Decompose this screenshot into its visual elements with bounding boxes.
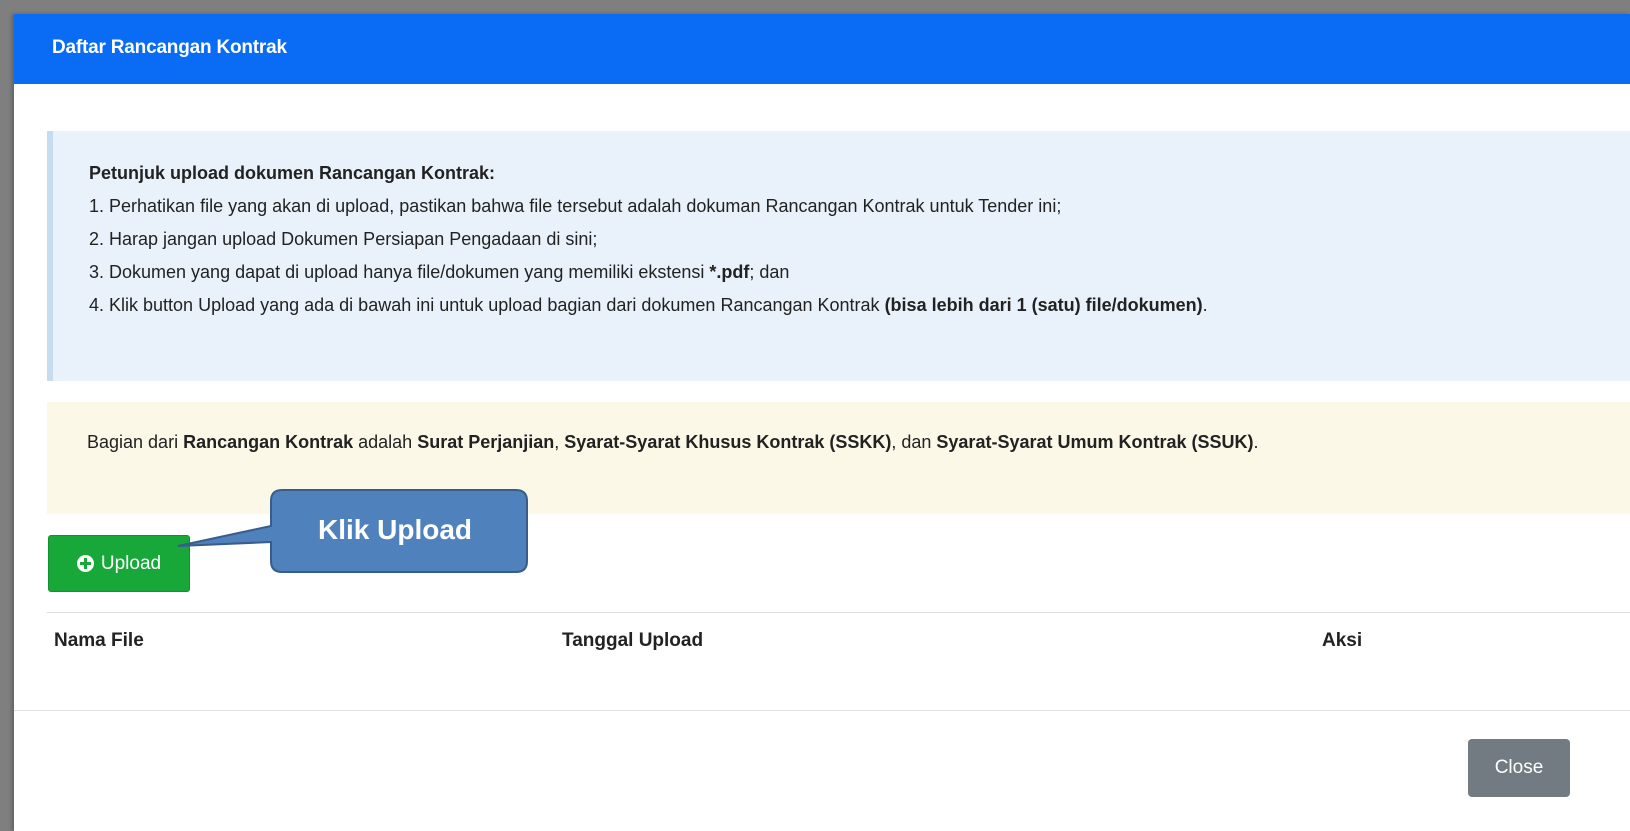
note-text-1: Bagian dari — [87, 432, 184, 452]
column-header-file-name: Nama File — [54, 630, 144, 651]
instruction-2: 2. Harap jangan upload Dokumen Persiapan… — [89, 229, 598, 249]
upload-instructions: Petunjuk upload dokumen Rancangan Kontra… — [47, 131, 1630, 381]
note-bold-3: Syarat-Syarat Khusus Kontrak (SSKK) — [564, 432, 892, 452]
note-text-2: adalah — [353, 432, 418, 452]
note-bold-2: Surat Perjanjian — [417, 432, 555, 452]
upload-button[interactable]: Upload — [48, 535, 190, 592]
instructions-heading: Petunjuk upload dokumen Rancangan Kontra… — [89, 163, 496, 183]
close-button[interactable]: Close — [1468, 739, 1570, 797]
modal-dialog: Daftar Rancangan Kontrak Petunjuk upload… — [14, 14, 1630, 831]
note-bold-1: Rancangan Kontrak — [183, 432, 354, 452]
note-text-5: . — [1253, 432, 1259, 452]
instruction-1: 1. Perhatikan file yang akan di upload, … — [89, 196, 1062, 216]
table-divider — [47, 612, 1630, 613]
column-header-action: Aksi — [1322, 630, 1363, 651]
modal-header: Daftar Rancangan Kontrak — [14, 14, 1630, 84]
note-bold-4: Syarat-Syarat Umum Kontrak (SSUK) — [936, 432, 1254, 452]
modal-footer-divider — [14, 710, 1630, 711]
plus-circle-icon — [76, 555, 94, 572]
modal-title: Daftar Rancangan Kontrak — [52, 37, 287, 58]
instruction-3-suffix: ; dan — [749, 262, 790, 282]
note-text-4: , dan — [891, 432, 937, 452]
instruction-4-text: 4. Klik button Upload yang ada di bawah … — [89, 295, 885, 315]
callout-label: Klik Upload — [317, 514, 472, 545]
column-header-upload-date: Tanggal Upload — [562, 630, 704, 651]
screen-backdrop: Daftar Rancangan Kontrak Petunjuk upload… — [0, 0, 1630, 831]
instruction-4: 4. Klik button Upload yang ada di bawah … — [89, 289, 1630, 322]
instruction-4-suffix: . — [1202, 295, 1208, 315]
note-text-3: , — [554, 432, 565, 452]
instruction-4-bold: (bisa lebih dari 1 (satu) file/dokumen) — [884, 295, 1203, 315]
instruction-3: 3. Dokumen yang dapat di upload hanya fi… — [89, 256, 1630, 289]
upload-button-label: Upload — [100, 552, 162, 574]
instruction-3-text: 3. Dokumen yang dapat di upload hanya fi… — [89, 262, 710, 282]
pdf-extension: *.pdf — [709, 262, 750, 282]
